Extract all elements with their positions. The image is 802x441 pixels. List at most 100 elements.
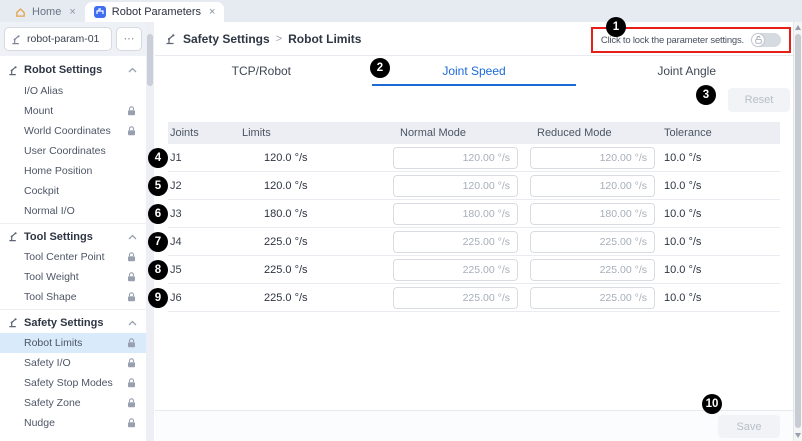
sidebar-section-tool-settings[interactable]: Tool Settings	[0, 223, 146, 247]
sidebar: robot-param-01 ⋯ Robot Settings I/O Alia…	[0, 22, 146, 441]
lock-icon	[127, 126, 136, 136]
reduced-mode-input[interactable]: 180.00 °/s	[530, 203, 655, 225]
page-scrollbar-thumb[interactable]	[795, 34, 801, 428]
annotation-badge-4: 4	[148, 148, 168, 168]
table-row-j1: J1 120.0 °/s 120.00 °/s 120.00 °/s 10.0 …	[168, 144, 780, 172]
chevron-up-icon[interactable]	[128, 67, 137, 73]
joint-label: J3	[168, 208, 240, 220]
sidebar-header: robot-param-01 ⋯	[0, 22, 146, 56]
sidebar-item-safety-io[interactable]: Safety I/O	[0, 353, 146, 373]
normal-mode-input[interactable]: 225.00 °/s	[393, 259, 518, 281]
sidebar-item-user-coordinates[interactable]: User Coordinates	[0, 141, 146, 161]
breadcrumb-separator: >	[276, 33, 282, 45]
sidebar-section-robot-settings[interactable]: Robot Settings	[0, 59, 146, 81]
close-icon[interactable]: ×	[69, 6, 75, 18]
sidebar-item-cockpit[interactable]: Cockpit	[0, 181, 146, 201]
content-footer: Save	[155, 410, 793, 441]
annotation-badge-7: 7	[148, 232, 168, 252]
annotation-badge-5: 5	[148, 176, 168, 196]
lock-toggle-knob	[752, 34, 764, 46]
save-button[interactable]: Save	[718, 415, 780, 438]
sidebar-item-nudge[interactable]: Nudge	[0, 413, 146, 433]
sidebar-item-io-alias[interactable]: I/O Alias	[0, 81, 146, 101]
joint-speed-table: Joints Limits Normal Mode Reduced Mode T…	[168, 122, 780, 312]
lock-banner-text: Click to lock the parameter settings.	[601, 35, 744, 46]
app-window: Home × Robot Parameters × robot-param-01…	[0, 0, 802, 441]
tab-joint-angle[interactable]: Joint Angle	[580, 56, 793, 86]
normal-mode-input[interactable]: 120.00 °/s	[393, 147, 518, 169]
sidebar-item-home-position[interactable]: Home Position	[0, 161, 146, 181]
scroll-up-arrow-icon[interactable]	[795, 25, 801, 30]
sidebar-item-robot-limits[interactable]: Robot Limits	[0, 333, 146, 353]
reduced-mode-input[interactable]: 120.00 °/s	[530, 175, 655, 197]
breadcrumb-current: Robot Limits	[288, 32, 361, 46]
close-icon[interactable]: ×	[209, 6, 215, 18]
sidebar-scrollbar[interactable]	[146, 22, 154, 441]
sidebar-item-normal-io[interactable]: Normal I/O	[0, 201, 146, 221]
table-row-j5: J5 225.0 °/s 225.00 °/s 225.00 °/s 10.0 …	[168, 256, 780, 284]
reduced-mode-input[interactable]: 225.00 °/s	[530, 231, 655, 253]
table-row-j3: J3 180.0 °/s 180.00 °/s 180.00 °/s 10.0 …	[168, 200, 780, 228]
reduced-mode-input[interactable]: 225.00 °/s	[530, 259, 655, 281]
sidebar-section-safety-settings[interactable]: Safety Settings	[0, 309, 146, 333]
unlock-icon	[755, 36, 762, 44]
table-row-j4: J4 225.0 °/s 225.00 °/s 225.00 °/s 10.0 …	[168, 228, 780, 256]
reduced-mode-input[interactable]: 225.00 °/s	[530, 287, 655, 309]
section-label: Safety Settings	[24, 317, 103, 329]
tab-robot-parameters-label: Robot Parameters	[112, 6, 201, 18]
normal-mode-input[interactable]: 225.00 °/s	[393, 231, 518, 253]
app-tab-bar: Home × Robot Parameters ×	[0, 0, 802, 22]
tolerance-value: 10.0 °/s	[655, 152, 780, 164]
col-header-limits: Limits	[240, 127, 393, 139]
sidebar-item-safety-zone[interactable]: Safety Zone	[0, 393, 146, 413]
col-header-normal-mode: Normal Mode	[393, 127, 518, 139]
content-panel: Safety Settings > Robot Limits Click to …	[155, 22, 793, 441]
breadcrumb-parent[interactable]: Safety Settings	[183, 32, 270, 46]
page-scrollbar[interactable]	[793, 22, 802, 441]
chevron-up-icon[interactable]	[128, 234, 137, 240]
table-header-row: Joints Limits Normal Mode Reduced Mode T…	[168, 122, 780, 144]
normal-mode-input[interactable]: 180.00 °/s	[393, 203, 518, 225]
robot-parameters-icon	[94, 6, 106, 18]
tab-home[interactable]: Home ×	[6, 2, 85, 22]
limit-value: 225.0 °/s	[240, 292, 393, 304]
tolerance-value: 10.0 °/s	[655, 208, 780, 220]
sidebar-item-tool-weight[interactable]: Tool Weight	[0, 267, 146, 287]
more-options-button[interactable]: ⋯	[116, 27, 142, 51]
breadcrumb: Safety Settings > Robot Limits Click to …	[155, 22, 793, 56]
lock-icon	[127, 252, 136, 262]
chevron-up-icon[interactable]	[128, 320, 137, 326]
param-name-input[interactable]: robot-param-01	[4, 27, 112, 51]
annotation-badge-10: 10	[702, 394, 722, 414]
tab-home-label: Home	[32, 6, 61, 18]
robot-arm-icon	[165, 33, 177, 45]
sidebar-scrollbar-thumb[interactable]	[147, 34, 153, 86]
limit-value: 120.0 °/s	[240, 180, 393, 192]
table-row-j2: J2 120.0 °/s 120.00 °/s 120.00 °/s 10.0 …	[168, 172, 780, 200]
sidebar-item-tool-shape[interactable]: Tool Shape	[0, 287, 146, 307]
tab-robot-parameters[interactable]: Robot Parameters ×	[85, 2, 225, 22]
tab-joint-speed[interactable]: Joint Speed	[368, 56, 581, 86]
joint-label: J6	[168, 292, 240, 304]
sidebar-item-tool-center-point[interactable]: Tool Center Point	[0, 247, 146, 267]
limit-value: 180.0 °/s	[240, 208, 393, 220]
sidebar-item-safety-stop-modes[interactable]: Safety Stop Modes	[0, 373, 146, 393]
section-label: Tool Settings	[24, 231, 93, 243]
normal-mode-input[interactable]: 225.00 °/s	[393, 287, 518, 309]
sidebar-item-mount[interactable]: Mount	[0, 101, 146, 121]
annotation-badge-1: 1	[606, 17, 626, 37]
normal-mode-input[interactable]: 120.00 °/s	[393, 175, 518, 197]
tab-tcp-robot[interactable]: TCP/Robot	[155, 56, 368, 86]
parameter-tabs: TCP/Robot Joint Speed Joint Angle	[155, 56, 793, 86]
scroll-down-arrow-icon[interactable]	[795, 433, 801, 438]
col-header-tolerance: Tolerance	[655, 127, 780, 139]
reset-button[interactable]: Reset	[728, 88, 790, 112]
lock-toggle[interactable]	[751, 33, 781, 47]
sidebar-item-world-coordinates[interactable]: World Coordinates	[0, 121, 146, 141]
reduced-mode-input[interactable]: 120.00 °/s	[530, 147, 655, 169]
lock-icon	[127, 358, 136, 368]
joint-label: J5	[168, 264, 240, 276]
limit-value: 225.0 °/s	[240, 264, 393, 276]
annotation-badge-8: 8	[148, 260, 168, 280]
lock-icon	[127, 292, 136, 302]
